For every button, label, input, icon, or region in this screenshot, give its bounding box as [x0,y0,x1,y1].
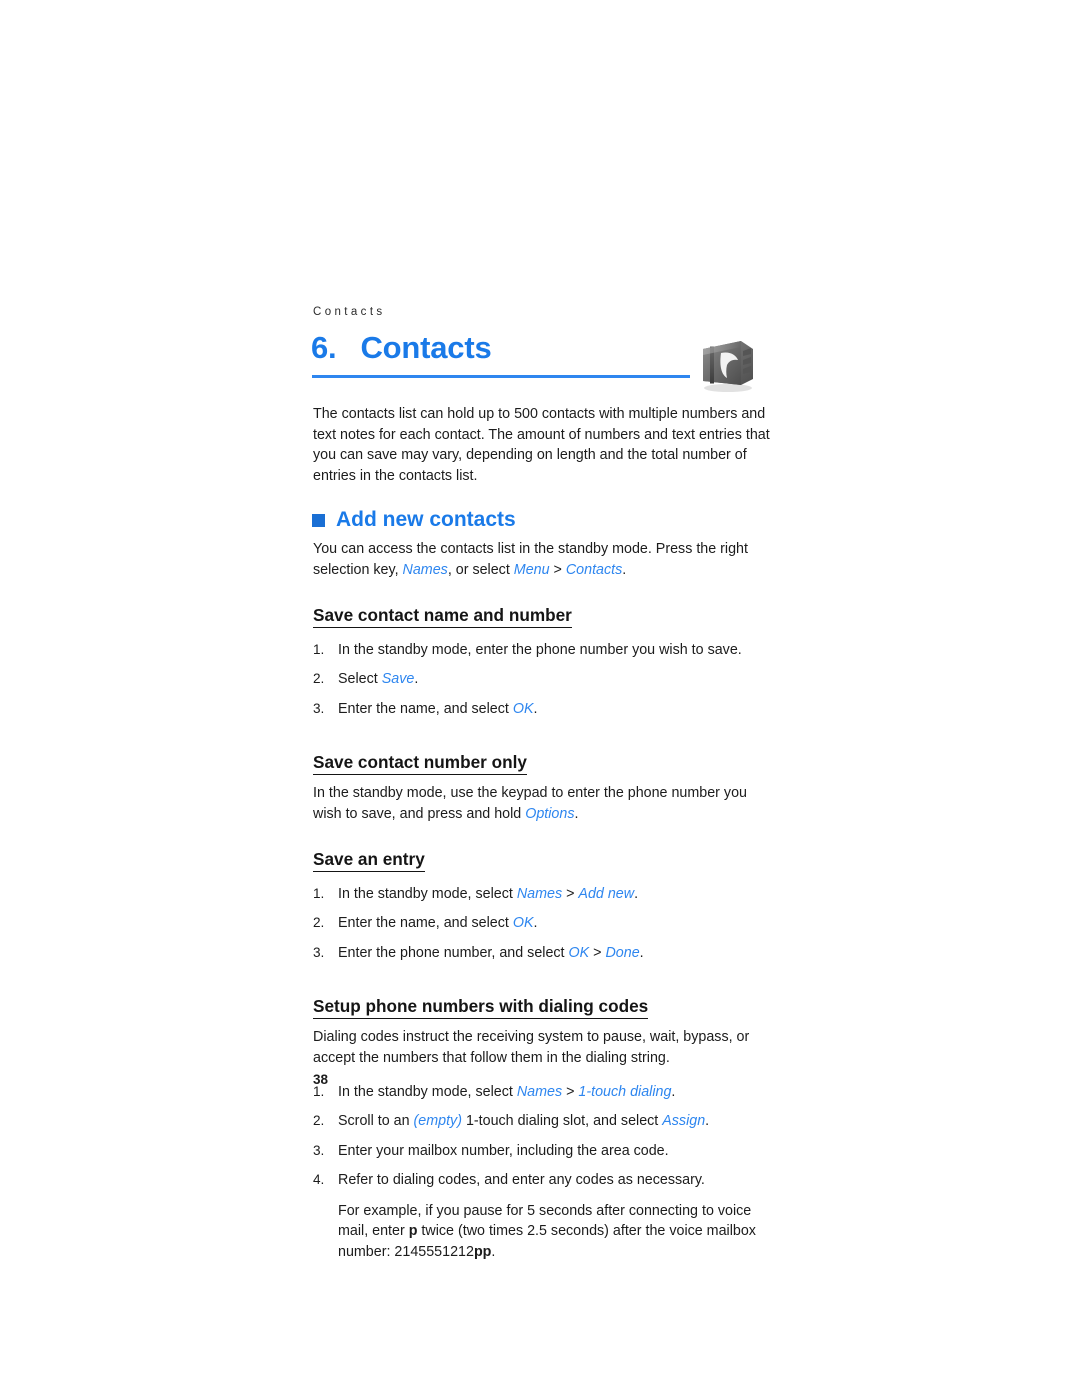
list-marker: 1. [313,641,325,657]
ui-term-names: Names [516,1083,563,1100]
chapter-number: 6. [311,330,337,365]
example-note: For example, if you pause for 5 seconds … [338,1201,773,1263]
section-intro-sep: > [549,561,566,578]
document-page: Contacts 6. Contacts The contacts list c… [0,0,1080,1397]
ui-term-ok: OK [568,944,590,961]
list-marker: 4. [313,1172,325,1188]
list-marker: 2. [313,915,325,931]
list-item: 3. Enter your mailbox number, including t… [313,1141,773,1162]
step-text-c: . [639,944,644,961]
step-text: In the standby mode, enter the phone num… [338,641,742,658]
list-item: 1. In the standby mode, select Names > Ad… [313,884,773,905]
section-intro-paragraph: You can access the contacts list in the … [313,539,773,580]
steps-list-save-name-number: 1. In the standby mode, enter the phone n… [313,640,773,720]
intro-paragraph: The contacts list can hold up to 500 con… [313,406,770,484]
steps-list-dialing-codes: 1. In the standby mode, select Names > 1-… [313,1082,773,1263]
list-item: 3. Enter the phone number, and select OK … [313,943,773,964]
content-column: The contacts list can hold up to 500 con… [312,404,773,1272]
steps-list-save-entry: 1. In the standby mode, select Names > Ad… [313,884,773,964]
subheading-setup-dialing-codes: Setup phone numbers with dialing codes [313,996,649,1020]
step-text-c: . [671,1083,676,1100]
page-number: 38 [313,1072,329,1087]
list-item: 2. Scroll to an (empty) 1-touch dialing s… [313,1111,773,1132]
ui-term-options: Options [525,805,575,822]
ui-term-names: Names [402,561,448,578]
list-item: 4. Refer to dialing codes, and enter any … [313,1170,773,1262]
list-marker: 3. [313,1142,325,1158]
ui-term-save: Save [381,671,415,688]
subheading-save-contact-number-only: Save contact number only [313,752,527,776]
subheading-save-contact-name-and-number: Save contact name and number [313,605,572,628]
step-text: Enter the phone number, and select [338,944,569,961]
ui-term-one-touch-dialing: 1-touch dialing [578,1083,672,1100]
paragraph-text-b: . [574,805,579,822]
step-text: Enter the name, and select [338,700,513,717]
step-text-b: . [533,700,538,717]
page-title: 6. Contacts [311,330,492,366]
list-marker: 2. [313,1113,325,1129]
list-marker: 1. [313,885,325,901]
paragraph-dialing-codes: Dialing codes instruct the receiving sys… [313,1029,750,1066]
subheading-save-an-entry: Save an entry [313,849,425,872]
ui-term-empty: (empty) [413,1113,462,1130]
running-head: Contacts [313,306,386,318]
ui-term-names: Names [516,885,563,902]
subheading-wrap-4: Setup phone numbers with dialing codes [313,972,773,1027]
step-text: Select [338,671,382,688]
list-item: 2. Select Save. [313,669,773,690]
step-text-b: 1-touch dialing slot, and select [461,1113,663,1130]
section-heading-add-new-contacts: Add new contacts [312,507,773,533]
list-marker: 2. [313,671,325,687]
step-sep: > [562,885,579,902]
list-marker: 3. [313,700,325,716]
step-text: Enter your mailbox number, including the… [338,1142,669,1159]
ui-term-done: Done [605,944,640,961]
list-marker: 3. [313,944,325,960]
step-text: Enter the name, and select [338,915,513,932]
ui-term-assign: Assign [662,1113,706,1130]
step-text-b: . [533,915,538,932]
section-heading-label: Add new contacts [336,508,516,532]
step-sep: > [562,1083,579,1100]
step-sep: > [589,944,606,961]
title-divider [312,375,690,378]
step-text-c: . [634,885,639,902]
step-text-c: . [705,1113,710,1130]
example-text-c: . [491,1244,496,1261]
example-code-pp: pp [473,1244,492,1261]
paragraph-save-number-only: In the standby mode, use the keypad to e… [313,783,773,824]
subheading-wrap-3: Save an entry [313,825,773,880]
square-bullet-icon [312,513,325,527]
step-text: In the standby mode, select [338,885,517,902]
step-text-b: . [414,671,419,688]
ui-term-menu: Menu [513,561,550,578]
contacts-book-icon [697,337,759,395]
ui-term-ok: OK [512,700,534,717]
section-intro-text-b: , or select [447,561,514,578]
ui-term-add-new: Add new [578,885,635,902]
subheading-wrap-1: Save contact name and number [313,581,773,636]
ui-term-ok: OK [512,915,534,932]
step-text: Scroll to an [338,1113,414,1130]
step-text: Refer to dialing codes, and enter any co… [338,1172,705,1189]
list-item: 3. Enter the name, and select OK. [313,699,773,720]
ui-term-contacts: Contacts [565,561,623,578]
step-text: In the standby mode, select [338,1083,517,1100]
chapter-title-text: Contacts [360,330,492,365]
list-item: 1. In the standby mode, select Names > 1-… [313,1082,773,1103]
section-intro-text-c: . [622,561,627,578]
subheading-wrap-2: Save contact number only [313,728,773,783]
list-item: 1. In the standby mode, enter the phone n… [313,640,773,661]
list-item: 2. Enter the name, and select OK. [313,913,773,934]
